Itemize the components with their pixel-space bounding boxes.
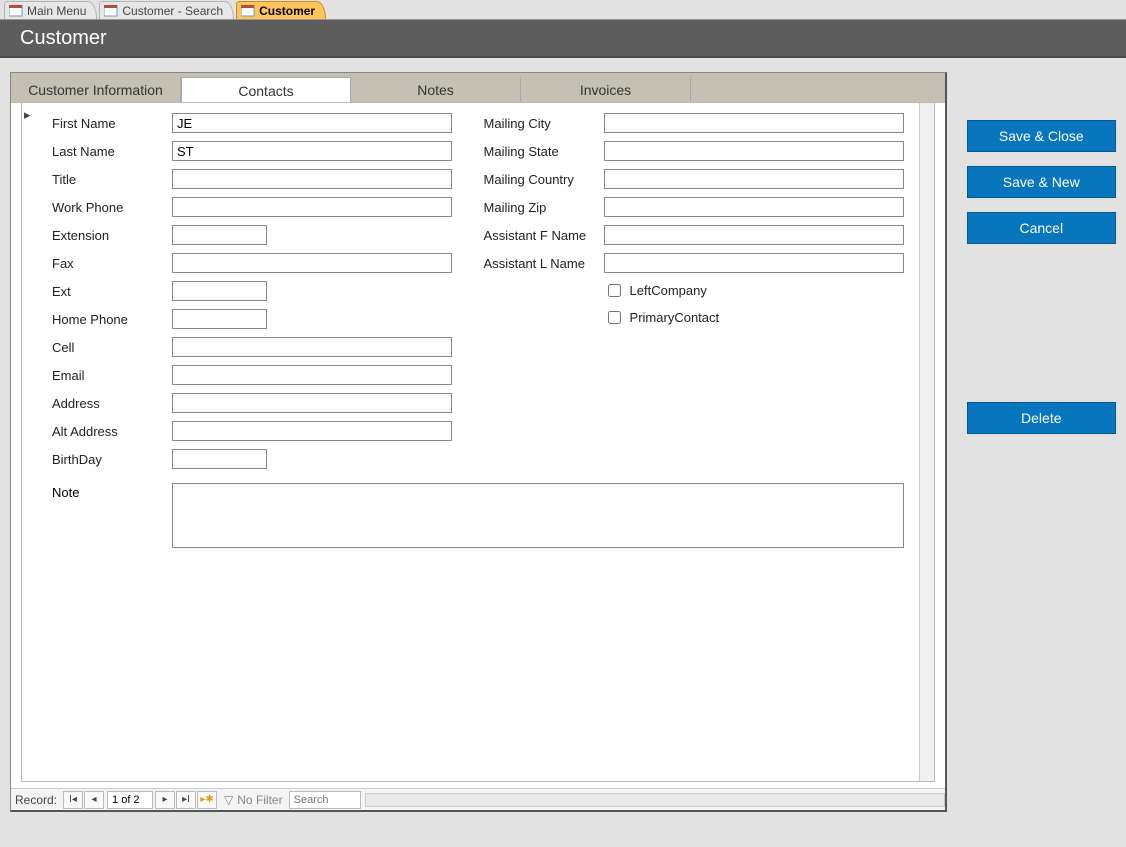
mailing-zip-field[interactable] — [604, 197, 904, 217]
cell-field[interactable] — [172, 337, 452, 357]
ext-label: Ext — [52, 284, 172, 299]
save-close-button[interactable]: Save & Close — [967, 120, 1116, 152]
no-filter-label: No Filter — [237, 793, 282, 807]
mailing-country-field[interactable] — [604, 169, 904, 189]
form-icon — [241, 5, 255, 17]
note-field[interactable] — [172, 483, 904, 548]
email-label: Email — [52, 368, 172, 383]
mailing-city-field[interactable] — [604, 113, 904, 133]
primary-contact-label: PrimaryContact — [630, 310, 720, 325]
mailing-state-field[interactable] — [604, 141, 904, 161]
birthday-label: BirthDay — [52, 452, 172, 467]
nav-next-button[interactable]: ▸ — [155, 791, 175, 809]
tab-invoices[interactable]: Invoices — [521, 77, 691, 103]
mailing-zip-label: Mailing Zip — [484, 200, 604, 215]
tab-label: Customer — [259, 4, 315, 18]
record-position-field[interactable] — [107, 791, 153, 809]
fax-label: Fax — [52, 256, 172, 271]
assistant-l-name-field[interactable] — [604, 253, 904, 273]
nav-prev-button[interactable]: ◂ — [84, 791, 104, 809]
form-panel: Customer Information Contacts Notes Invo… — [10, 72, 947, 812]
tab-contacts[interactable]: Contacts — [181, 77, 351, 103]
work-phone-field[interactable] — [172, 197, 452, 217]
assistant-f-name-label: Assistant F Name — [484, 228, 604, 243]
left-company-checkbox[interactable] — [608, 284, 621, 297]
horizontal-scrollbar[interactable] — [365, 793, 945, 807]
tab-customer-search[interactable]: Customer - Search — [99, 1, 234, 19]
home-phone-label: Home Phone — [52, 312, 172, 327]
delete-button[interactable]: Delete — [967, 402, 1116, 434]
inner-tab-label: Notes — [417, 82, 454, 98]
mailing-city-label: Mailing City — [484, 116, 604, 131]
tab-customer[interactable]: Customer — [236, 1, 326, 19]
tab-label: Customer - Search — [122, 4, 223, 18]
save-new-button[interactable]: Save & New — [967, 166, 1116, 198]
record-label: Record: — [15, 793, 57, 807]
nav-last-button[interactable]: ▸I — [176, 791, 196, 809]
no-filter-indicator[interactable]: ▽ No Filter — [224, 793, 283, 807]
work-phone-label: Work Phone — [52, 200, 172, 215]
ext-field[interactable] — [172, 281, 267, 301]
form-header: Customer — [0, 20, 1126, 58]
title-label: Title — [52, 172, 172, 187]
form-icon — [104, 5, 118, 17]
nav-first-button[interactable]: I◂ — [63, 791, 83, 809]
assistant-f-name-field[interactable] — [604, 225, 904, 245]
extension-field[interactable] — [172, 225, 267, 245]
page-title: Customer — [20, 27, 107, 50]
title-field[interactable] — [172, 169, 452, 189]
last-name-label: Last Name — [52, 144, 172, 159]
document-tabs: Main Menu Customer - Search Customer — [0, 0, 1126, 20]
inner-tabs: Customer Information Contacts Notes Invo… — [11, 73, 945, 103]
tab-main-menu[interactable]: Main Menu — [4, 1, 97, 19]
mailing-state-label: Mailing State — [484, 144, 604, 159]
action-buttons: Save & Close Save & New Cancel Delete — [967, 72, 1116, 812]
filter-icon: ▽ — [224, 793, 233, 807]
alt-address-field[interactable] — [172, 421, 452, 441]
vertical-scrollbar[interactable] — [919, 103, 934, 781]
left-company-label: LeftCompany — [630, 283, 707, 298]
primary-contact-checkbox[interactable] — [608, 311, 621, 324]
birthday-field[interactable] — [172, 449, 267, 469]
home-phone-field[interactable] — [172, 309, 267, 329]
inner-tab-label: Customer Information — [28, 82, 163, 98]
address-label: Address — [52, 396, 172, 411]
email-field[interactable] — [172, 365, 452, 385]
nav-new-button[interactable]: ▸✱ — [197, 791, 217, 809]
record-search-field[interactable] — [289, 791, 361, 809]
inner-tab-label: Invoices — [580, 82, 631, 98]
last-name-field[interactable] — [172, 141, 452, 161]
note-label: Note — [52, 483, 172, 500]
form-icon — [9, 5, 23, 17]
assistant-l-name-label: Assistant L Name — [484, 256, 604, 271]
extension-label: Extension — [52, 228, 172, 243]
address-field[interactable] — [172, 393, 452, 413]
inner-tab-label: Contacts — [238, 83, 293, 99]
tab-customer-information[interactable]: Customer Information — [11, 77, 181, 103]
record-selector-icon[interactable]: ▸ — [24, 107, 34, 119]
alt-address-label: Alt Address — [52, 424, 172, 439]
first-name-label: First Name — [52, 116, 172, 131]
record-navigator: Record: I◂ ◂ ▸ ▸I ▸✱ ▽ No Filter — [11, 788, 945, 810]
fax-field[interactable] — [172, 253, 452, 273]
mailing-country-label: Mailing Country — [484, 172, 604, 187]
cancel-button[interactable]: Cancel — [967, 212, 1116, 244]
tab-notes[interactable]: Notes — [351, 77, 521, 103]
tab-label: Main Menu — [27, 4, 86, 18]
cell-label: Cell — [52, 340, 172, 355]
first-name-field[interactable] — [172, 113, 452, 133]
